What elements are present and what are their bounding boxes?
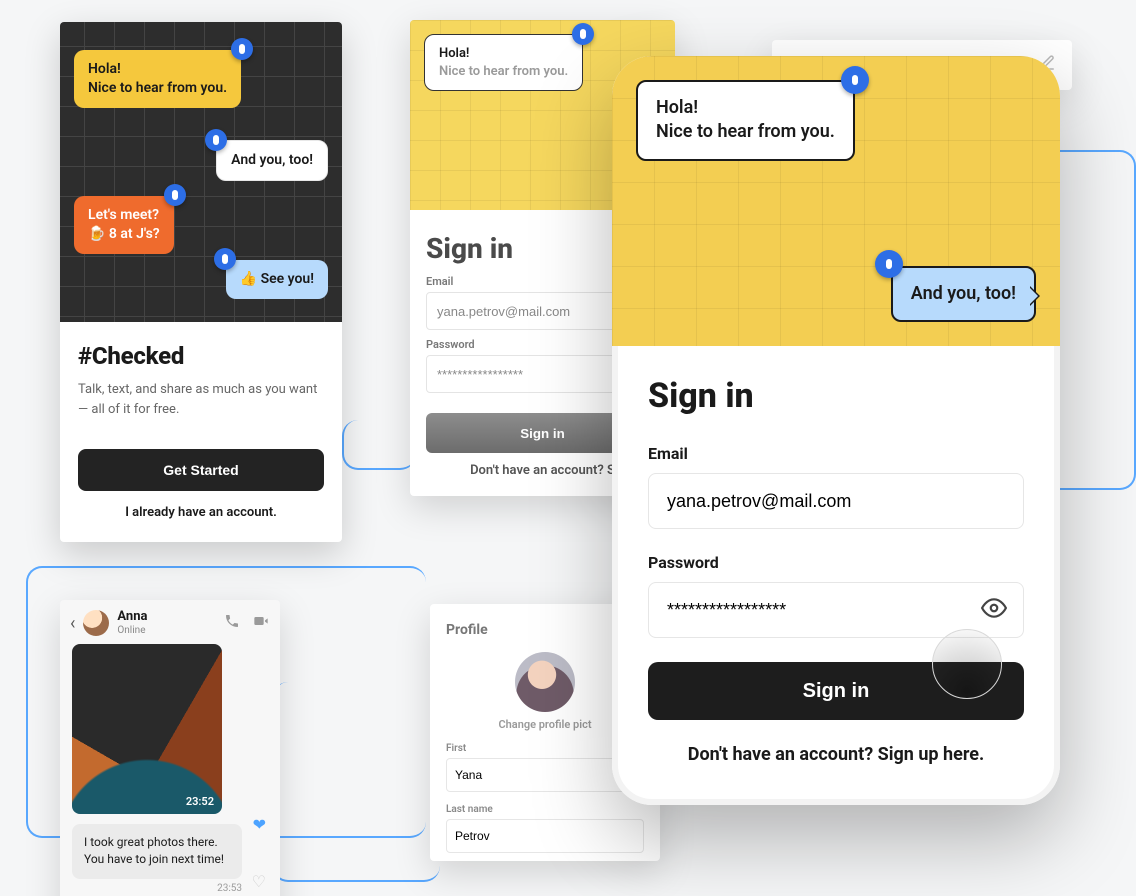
last-name-field[interactable] bbox=[446, 819, 644, 853]
pin-icon bbox=[205, 129, 227, 151]
bubble-text: 👍 See you! bbox=[240, 271, 314, 287]
chat-thread-card: ‹ Anna Online 23:52 ❤ I took great photo… bbox=[60, 600, 280, 896]
bubble-text: And you, too! bbox=[911, 283, 1016, 304]
bubble-text: And you, too! bbox=[231, 152, 313, 168]
connector-wire bbox=[272, 682, 440, 882]
get-started-button[interactable]: Get Started bbox=[78, 449, 324, 491]
contact-status: Online bbox=[117, 625, 147, 636]
bubble-text: Nice to hear from you. bbox=[656, 121, 835, 142]
heart-outline-icon[interactable]: ♡ bbox=[252, 872, 266, 891]
bubble-text: 🍺 8 at J's? bbox=[88, 226, 160, 242]
bubble-text: Hola! bbox=[88, 61, 121, 77]
chat-message: I took great photos there. You have to j… bbox=[72, 824, 242, 879]
signin-phone-mock: Hola! Nice to hear from you. And you, to… bbox=[612, 56, 1060, 805]
call-icon[interactable] bbox=[224, 613, 240, 633]
chat-bubble-greeting: Hola! Nice to hear from you. bbox=[424, 34, 583, 91]
chat-bubble-confirm: 👍 See you! bbox=[226, 260, 328, 299]
profile-picture[interactable] bbox=[515, 652, 575, 712]
chat-bubble-reply: And you, too! bbox=[216, 140, 328, 181]
pin-icon bbox=[875, 250, 903, 278]
bubble-text: Hola! bbox=[656, 97, 698, 118]
video-icon[interactable] bbox=[252, 613, 270, 633]
existing-account-link[interactable]: I already have an account. bbox=[60, 505, 342, 542]
chat-bubble-greeting: Hola! Nice to hear from you. bbox=[636, 80, 855, 161]
phone-hero: Hola! Nice to hear from you. And you, to… bbox=[612, 56, 1060, 346]
onboard-hero: Hola! Nice to hear from you. And you, to… bbox=[60, 22, 342, 322]
signup-link[interactable]: Don't have an account? Sign up here. bbox=[648, 744, 1024, 765]
contact-name: Anna bbox=[117, 610, 147, 624]
email-field[interactable] bbox=[665, 490, 1007, 513]
email-label: Email bbox=[648, 444, 1024, 463]
connector-wire bbox=[342, 420, 416, 470]
chat-bubble-reply: And you, too! bbox=[891, 266, 1036, 322]
pin-icon bbox=[214, 248, 236, 270]
chat-bubble-plan: Let's meet? 🍺 8 at J's? bbox=[74, 196, 174, 254]
back-icon[interactable]: ‹ bbox=[70, 613, 75, 634]
fingerprint-icon[interactable] bbox=[932, 629, 1002, 699]
heart-icon[interactable]: ❤ bbox=[253, 815, 266, 834]
pin-icon bbox=[841, 66, 869, 94]
image-timestamp: 23:52 bbox=[186, 795, 214, 808]
password-field[interactable] bbox=[665, 599, 981, 622]
chat-bubble-greeting: Hola! Nice to hear from you. bbox=[74, 50, 241, 108]
pin-icon bbox=[231, 38, 253, 60]
message-image[interactable]: 23:52 bbox=[72, 644, 222, 814]
email-field-wrap bbox=[648, 473, 1024, 529]
message-timestamp: 23:53 bbox=[70, 883, 242, 894]
last-name-label: Last name bbox=[446, 804, 644, 815]
pin-icon bbox=[572, 23, 594, 45]
bubble-text: Let's meet? bbox=[88, 207, 159, 223]
pin-icon bbox=[164, 184, 186, 206]
avatar[interactable] bbox=[83, 610, 109, 636]
signin-title: Sign in bbox=[648, 376, 1024, 416]
onboarding-card: Hola! Nice to hear from you. And you, to… bbox=[60, 22, 342, 542]
onboard-subtitle: Talk, text, and share as much as you wan… bbox=[78, 380, 324, 419]
chat-header: ‹ Anna Online bbox=[70, 610, 270, 636]
onboard-title: #Checked bbox=[78, 342, 324, 370]
bubble-text: Nice to hear from you. bbox=[439, 64, 568, 79]
password-label: Password bbox=[648, 553, 1024, 572]
eye-icon[interactable] bbox=[981, 595, 1007, 626]
bubble-text: Nice to hear from you. bbox=[88, 80, 227, 96]
bubble-text: Hola! bbox=[439, 46, 469, 61]
